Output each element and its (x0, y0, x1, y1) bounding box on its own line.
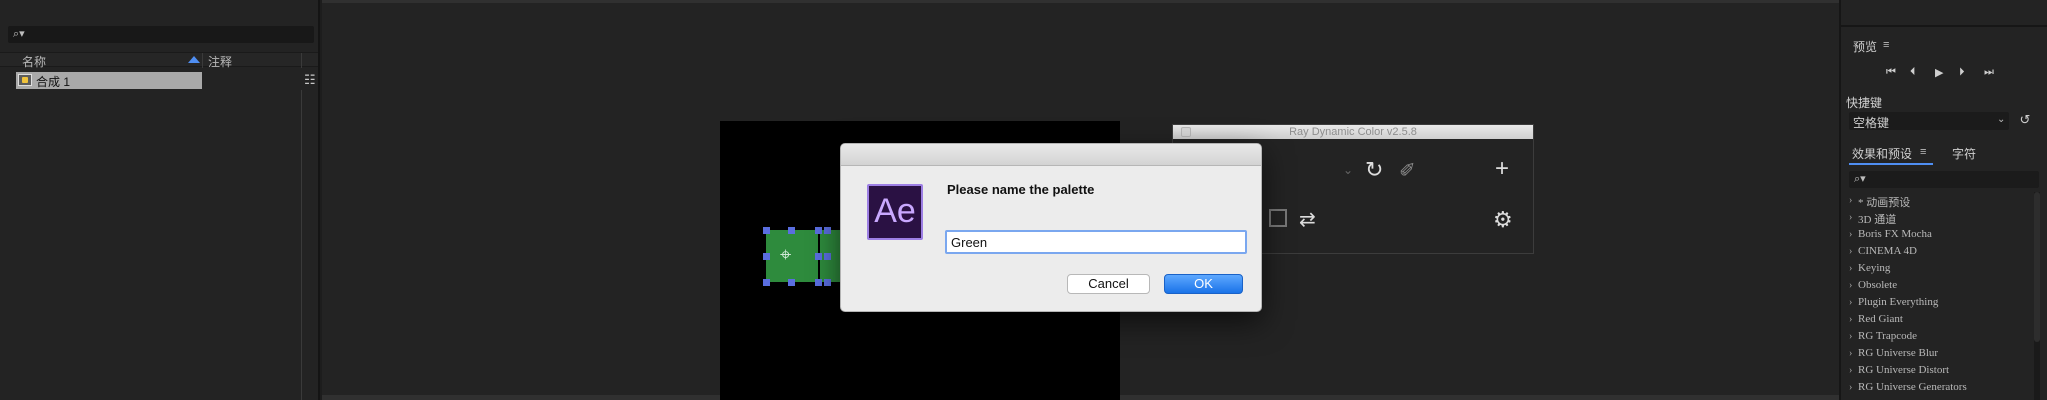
right-panel-top-strip (1841, 0, 2047, 27)
ray-panel-title[interactable]: Ray Dynamic Color v2.5.8 (1173, 125, 1533, 139)
dialog-message: Please name the palette (947, 182, 1095, 197)
effects-category[interactable]: › Obsolete (1849, 278, 2029, 295)
effects-category[interactable]: › 3D 通道 (1849, 210, 2029, 227)
tab-character[interactable]: 字符 (1952, 145, 1976, 162)
transform-handle[interactable] (788, 279, 795, 286)
effects-category[interactable]: › Red Giant (1849, 312, 2029, 329)
transform-handle[interactable] (815, 253, 822, 260)
chevron-right-icon: › (1849, 382, 1853, 393)
search-icon: ⌕▾ (1854, 173, 1866, 185)
transform-handle[interactable] (763, 279, 770, 286)
chevron-right-icon: › (1849, 297, 1853, 308)
composition-icon (18, 74, 32, 86)
effects-category[interactable]: › RG Trapcode (1849, 329, 2029, 346)
chevron-right-icon: › (1849, 314, 1853, 325)
chevron-right-icon: › (1849, 212, 1853, 223)
shortcut-select[interactable]: 空格键 ⌄ (1849, 112, 2009, 130)
chevron-right-icon: › (1849, 331, 1853, 342)
project-item-composition[interactable]: 合成 1 (16, 72, 202, 89)
transform-handle[interactable] (763, 253, 770, 260)
shortcut-label: 快捷键 (1846, 96, 1883, 110)
effects-category[interactable]: › Boris FX Mocha (1849, 227, 2029, 244)
transform-handle[interactable] (824, 227, 831, 234)
plus-icon[interactable]: + (1495, 155, 1509, 183)
shape-layer-selected[interactable] (766, 230, 818, 282)
project-search-input[interactable]: ⌕▾ (8, 26, 314, 43)
preview-panel-title: 预览 (1853, 40, 1878, 54)
sort-ascending-icon[interactable] (188, 56, 200, 63)
chevron-right-icon: › (1849, 229, 1853, 240)
column-note-header[interactable]: 注释 (208, 53, 232, 70)
project-divider (301, 90, 302, 400)
effects-category[interactable]: › Keying (1849, 261, 2029, 278)
gear-icon[interactable]: ⚙ (1493, 207, 1513, 233)
effects-search-input[interactable]: ⌕▾ (1849, 171, 2039, 188)
chevron-right-icon: › (1849, 195, 1853, 206)
column-divider[interactable] (202, 53, 203, 68)
transform-handle[interactable] (788, 227, 795, 234)
effects-category[interactable]: › * 动画预设 (1849, 193, 2029, 210)
ok-button[interactable]: OK (1164, 274, 1243, 294)
project-item-label: 合成 1 (36, 75, 71, 89)
square-icon[interactable] (1269, 209, 1287, 227)
flowchart-icon[interactable]: ☷ (304, 72, 316, 88)
previous-frame-icon[interactable]: ⏴ (1910, 66, 1916, 79)
loop-icon[interactable]: ↺ (2016, 112, 2034, 130)
project-column-header: 名称 注释 (0, 52, 318, 70)
after-effects-logo: Ae (867, 184, 923, 240)
chevron-right-icon: › (1849, 280, 1853, 291)
shortcut-value: 空格键 (1853, 116, 1890, 130)
effects-category[interactable]: › RG Universe Distort (1849, 363, 2029, 380)
last-frame-icon[interactable]: ⏭ (1984, 66, 1994, 79)
transform-handle[interactable] (763, 227, 770, 234)
eyedropper-icon[interactable]: ✐ (1399, 158, 1416, 183)
play-icon[interactable]: ▶ (1935, 66, 1943, 79)
next-frame-icon[interactable]: ⏵ (1959, 66, 1965, 79)
palette-name-input[interactable] (945, 230, 1247, 254)
panel-menu-icon[interactable]: ≡ (1920, 146, 1926, 158)
logo-text: Ae (874, 192, 916, 230)
column-name-header[interactable]: 名称 (22, 53, 46, 70)
transform-handle[interactable] (815, 227, 822, 234)
tab-effects-presets[interactable]: 效果和预设 (1852, 145, 1912, 162)
effects-category[interactable]: › Plugin Everything (1849, 295, 2029, 312)
swap-icon[interactable]: ⇄ (1299, 207, 1316, 232)
transform-handle[interactable] (815, 279, 822, 286)
effects-category[interactable]: › RG Universe Blur (1849, 346, 2029, 363)
chevron-right-icon: › (1849, 246, 1853, 257)
first-frame-icon[interactable]: ⏮ (1886, 66, 1896, 79)
transform-handle[interactable] (824, 253, 831, 260)
effects-category[interactable]: › RG Universe Generators (1849, 380, 2029, 397)
chevron-down-icon: ⌄ (1997, 114, 2006, 125)
anchor-point-icon[interactable]: ⌖ (780, 244, 791, 267)
chevron-right-icon: › (1849, 365, 1853, 376)
cancel-button[interactable]: Cancel (1067, 274, 1150, 294)
active-tab-indicator (1849, 163, 1933, 165)
transform-handle[interactable] (824, 279, 831, 286)
effects-scrollbar-thumb[interactable] (2034, 192, 2040, 342)
viewer-top-edge (322, 0, 1839, 3)
name-palette-dialog: Ae Please name the palette Cancel OK (840, 143, 1262, 312)
effects-category[interactable]: › CINEMA 4D (1849, 244, 2029, 261)
dialog-titlebar[interactable] (841, 144, 1261, 166)
refresh-icon[interactable]: ↻ (1365, 157, 1383, 183)
close-icon[interactable] (1181, 127, 1191, 137)
search-icon: ⌕▾ (13, 28, 25, 40)
chevron-down-icon[interactable]: ⌄ (1343, 163, 1353, 177)
chevron-right-icon: › (1849, 263, 1853, 274)
column-divider[interactable] (301, 53, 302, 68)
chevron-right-icon: › (1849, 348, 1853, 359)
panel-menu-icon[interactable]: ≡ (1883, 39, 1889, 51)
